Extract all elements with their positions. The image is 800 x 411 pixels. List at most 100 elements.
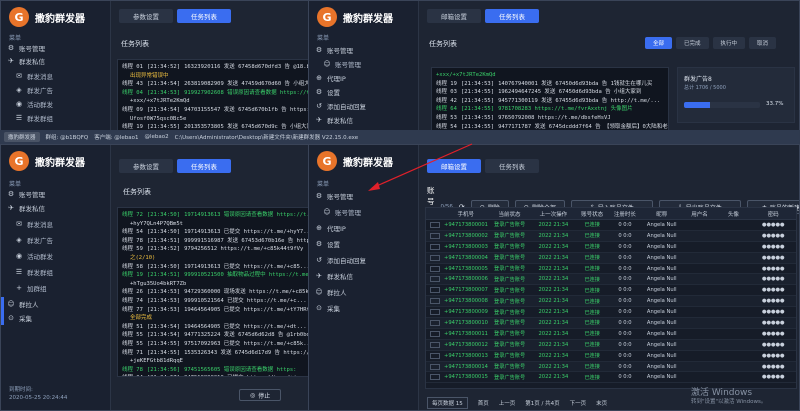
row-checkbox[interactable]: [430, 352, 440, 359]
tab-task-list[interactable]: 任务列表: [485, 159, 539, 173]
stop-button[interactable]: ◎ 停止: [239, 389, 282, 401]
menu-item-account-sub[interactable]: ☺ 账号管理: [323, 59, 361, 69]
filter-done[interactable]: 已完成: [676, 37, 709, 49]
menu-item-settings[interactable]: ⚙ 设置: [315, 87, 340, 97]
menu-item-account[interactable]: ⚙ 账号管理: [7, 189, 45, 199]
table-row[interactable]: +947173800014 登录广告账号 2022 21:34 已连接 0 0:0 Ang…: [426, 361, 796, 373]
task-card[interactable]: 群发广告8 总计 1706 / 5000 33.7%: [677, 67, 795, 123]
menu-item-group-msg[interactable]: ✉ 群发消息: [15, 71, 53, 81]
table-row[interactable]: +947173800001 登录广告账号 2022 21:34 已连接 0 0:0 Ang…: [426, 220, 796, 231]
tab-settings[interactable]: 参数设置: [119, 9, 173, 23]
prev-page-button[interactable]: 上一页: [499, 399, 516, 407]
table-row[interactable]: +947173800002 登录广告账号 2022 21:34 已连接 0 0:0 Ang…: [426, 230, 796, 242]
menu-item-group-ad[interactable]: ◈ 群发广告: [15, 85, 53, 95]
column-header[interactable]: 上一次操作: [531, 210, 575, 218]
column-header[interactable]: 账号状态: [575, 210, 609, 218]
row-checkbox[interactable]: [430, 330, 440, 337]
table-row[interactable]: +947173800011 登录广告账号 2022 21:34 已连接 0 0:0 Ang…: [426, 329, 796, 340]
filter-running[interactable]: 执行中: [712, 37, 746, 49]
menu-item-group-msg[interactable]: ✉ 群发消息: [15, 219, 53, 229]
tab-task-list[interactable]: 任务列表: [177, 159, 231, 173]
menu-item-account[interactable]: ⚙ 账号管理: [7, 43, 45, 53]
last-page-button[interactable]: 末页: [596, 399, 607, 407]
log-line: 线程 04 [21:34:53] 919927902608 错误原因请查看数据 ht…: [122, 89, 308, 98]
menu-item-collect[interactable]: ⊙ 采集: [7, 313, 32, 323]
row-checkbox[interactable]: [430, 309, 440, 316]
tab-task-list[interactable]: 任务列表: [485, 9, 539, 23]
table-row[interactable]: +947173800005 登录广告账号 2022 21:34 已连接 0 0:0 Ang…: [426, 264, 796, 275]
column-header[interactable]: 注册时长: [609, 210, 641, 218]
send-icon: ✈: [316, 272, 322, 280]
log-line: +hTgu35Uo4bkRT7Zb: [122, 280, 304, 289]
menu-item-proxy[interactable]: ⊕ 代理IP: [315, 223, 346, 233]
menu-item-settings[interactable]: ⚙ 设置: [315, 239, 340, 249]
table-row[interactable]: +947173800009 登录广告账号 2022 21:34 已连接 0 0:0 Ang…: [426, 307, 796, 319]
menu-item-auto-accept[interactable]: ↺ 添加自动回复: [315, 101, 366, 111]
row-checkbox[interactable]: [430, 319, 440, 326]
column-header[interactable]: 手机号: [444, 210, 488, 218]
menu-item-account[interactable]: ⚙ 账号管理: [315, 45, 353, 55]
column-header[interactable]: 昵称: [641, 210, 683, 218]
row-checkbox[interactable]: [430, 221, 440, 228]
tab-settings[interactable]: 参数设置: [119, 159, 173, 173]
log-line: 线程 03: [436, 89, 457, 96]
table-row[interactable]: +947173800012 登录广告账号 2022 21:34 已连接 0 0:0 Ang…: [426, 339, 796, 351]
tab-settings[interactable]: 邮箱设置: [427, 9, 481, 23]
tab-task-list[interactable]: 任务列表: [177, 9, 231, 23]
taskbar-client1[interactable]: 客户端: @lebao1: [94, 133, 138, 141]
row-checkbox[interactable]: [430, 254, 440, 261]
row-checkbox[interactable]: [430, 287, 440, 294]
menu-item-group-ad[interactable]: ◈ 群发广告: [15, 235, 53, 245]
row-checkbox[interactable]: [430, 276, 440, 283]
menu-item-collect[interactable]: ⊙ 采集: [315, 303, 340, 313]
menu-item-group-group[interactable]: ☰ 群发群组: [15, 267, 53, 277]
filter-cancel[interactable]: 取消: [749, 37, 777, 49]
menu-item-join-group[interactable]: ☺ 群拉人: [7, 299, 38, 309]
table-row[interactable]: +947173800004 登录广告账号 2022 21:34 已连接 0 0:0 Ang…: [426, 252, 796, 264]
table-row[interactable]: +947173800013 登录广告账号 2022 21:34 已连接 0 0:0 Ang…: [426, 351, 796, 362]
menu-item-account[interactable]: ⚙ 账号管理: [315, 191, 353, 201]
menu-item-join-group[interactable]: ☺ 群拉人: [315, 287, 346, 297]
table-row[interactable]: +947173800006 登录广告账号 2022 21:34 已连接 0 0:0 Ang…: [426, 274, 796, 286]
column-header[interactable]: 密码: [750, 210, 796, 218]
menu-item-group-talk[interactable]: ◉ 活动群发: [15, 251, 53, 261]
row-checkbox[interactable]: [430, 298, 440, 305]
log-line: 线程 74 [21:34:53] 999910521564 已提交 https://…: [122, 297, 307, 306]
table-row[interactable]: +947173800008 登录广告账号 2022 21:34 已连接 0 0:0 Ang…: [426, 296, 796, 308]
row-checkbox[interactable]: [430, 265, 440, 272]
row-checkbox[interactable]: [430, 232, 440, 239]
row-checkbox[interactable]: [430, 374, 440, 381]
menu-item-group-send[interactable]: ✈ 群发私信: [315, 115, 353, 125]
task-list-title: 任务列表: [123, 188, 151, 196]
column-header[interactable]: 当前状态: [488, 210, 532, 218]
row-checkbox[interactable]: [430, 363, 440, 370]
menu-item-auto-accept[interactable]: ↺ 添加自动回复: [315, 255, 366, 265]
menu-item-group-send[interactable]: ✈ 群发私信: [315, 271, 353, 281]
menu-item-proxy[interactable]: ⊕ 代理IP: [315, 73, 346, 83]
log-msg: 16323920116 发送 67458d670dfd3 告 @18.bq5: [184, 64, 309, 70]
menu-item-group-send[interactable]: ✈ 群发私信: [7, 56, 45, 66]
menu-item-add-group[interactable]: + 加群组: [15, 283, 46, 293]
menu-item-group-group[interactable]: ☰ 群发群组: [15, 113, 53, 123]
menu-item-group-send[interactable]: ✈ 群发私信: [7, 203, 45, 213]
taskbar-app[interactable]: 撒豹群发器: [4, 132, 40, 142]
column-header[interactable]: 头像: [716, 210, 750, 218]
menu-item-account-sub[interactable]: ☺ 账号管理: [323, 207, 361, 217]
taskbar-group[interactable]: 群组: @b1BQFQ: [46, 133, 89, 141]
table-row[interactable]: +947173800010 登录广告账号 2022 21:34 已连接 0 0:0 Ang…: [426, 318, 796, 329]
taskbar-client2[interactable]: @lebao2: [144, 134, 168, 140]
table-row[interactable]: +947173800015 登录广告账号 2022 21:34 已连接 0 0:0 Ang…: [426, 372, 796, 384]
first-page-button[interactable]: 首页: [478, 399, 489, 407]
table-cell: 登录广告账号: [494, 353, 526, 360]
filter-all[interactable]: 全部: [645, 37, 673, 49]
sidebar: G 撒豹群发器 菜单 ⚙ 账号管理 ✈ 群发私信 ✉ 群发消息 ◈ 群发广告 ◉ 活动群发…: [1, 145, 111, 410]
column-header[interactable]: 用户名: [683, 210, 717, 218]
table-row[interactable]: +947173800003 登录广告账号 2022 21:34 已连接 0 0:0 Ang…: [426, 242, 796, 253]
table-cell: 登录广告账号: [494, 287, 526, 294]
table-row[interactable]: +947173800007 登录广告账号 2022 21:34 已连接 0 0:0 Ang…: [426, 285, 796, 297]
next-page-button[interactable]: 下一页: [570, 399, 587, 407]
per-page-select[interactable]: 每页数据 15: [427, 397, 468, 409]
row-checkbox[interactable]: [430, 341, 440, 348]
menu-item-group-talk[interactable]: ◉ 活动群发: [15, 99, 53, 109]
row-checkbox[interactable]: [430, 243, 440, 250]
